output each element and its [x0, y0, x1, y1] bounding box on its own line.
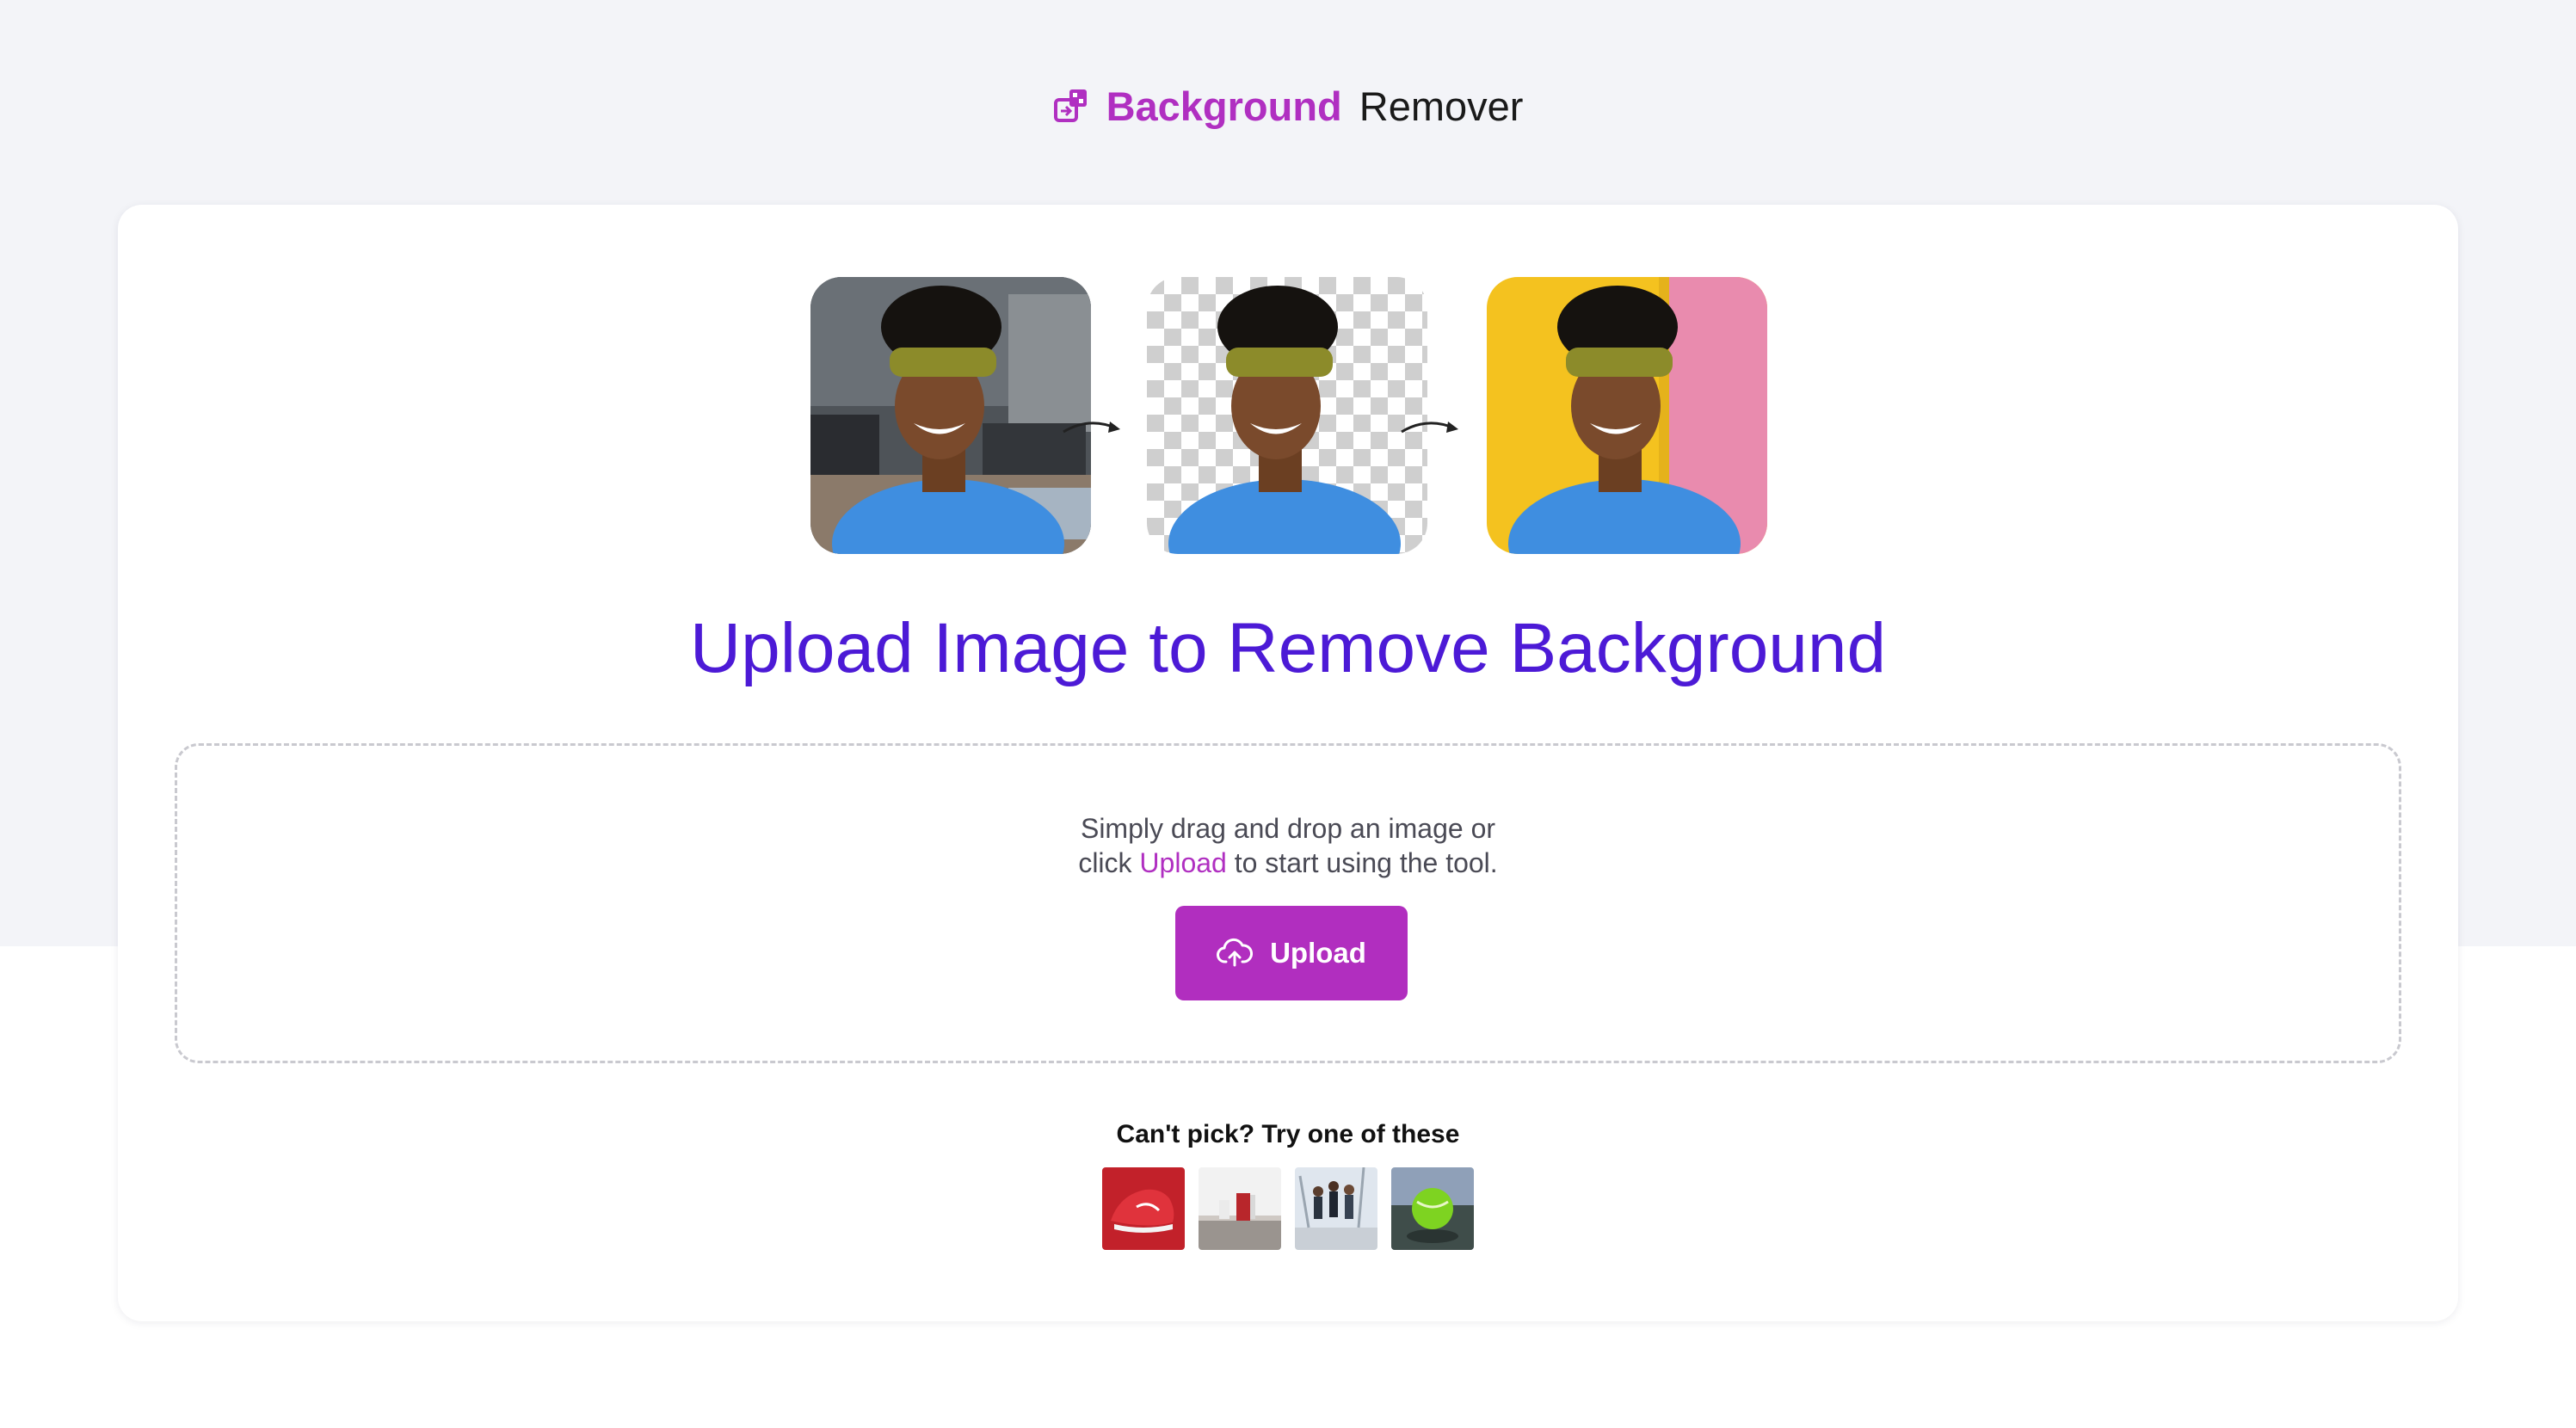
- curved-arrow-icon: [1401, 422, 1458, 434]
- drop-hint-line1: Simply drag and drop an image or: [1080, 813, 1496, 844]
- curved-arrow-icon: [1063, 422, 1120, 434]
- upload-button-label: Upload: [1270, 937, 1366, 969]
- upload-link[interactable]: Upload: [1139, 847, 1226, 878]
- sample-green-ball[interactable]: [1391, 1167, 1474, 1250]
- drop-hint: Simply drag and drop an image or click U…: [177, 811, 2399, 880]
- cutout-photo: [1147, 277, 1427, 554]
- drop-hint-suffix: to start using the tool.: [1226, 847, 1498, 878]
- cloud-upload-icon: [1217, 938, 1254, 967]
- page-title: Upload Image to Remove Background: [689, 609, 1887, 687]
- drop-hint-line2: click Upload to start using the tool.: [177, 846, 2399, 880]
- logo-cube-icon: [1053, 89, 1087, 122]
- sample-images: [1102, 1167, 1474, 1250]
- brand-name-light: Remover: [1359, 83, 1524, 129]
- brand-logo[interactable]: Background Remover: [0, 77, 2576, 134]
- sample-red-shoe[interactable]: [1102, 1167, 1185, 1250]
- sample-jumping-people[interactable]: [1295, 1167, 1377, 1250]
- original-photo: [810, 277, 1091, 554]
- new-background-photo: [1487, 277, 1767, 554]
- sample-red-bag[interactable]: [1199, 1167, 1281, 1250]
- samples-title: Can't pick? Try one of these: [1116, 1120, 1460, 1148]
- drop-hint-prefix: click: [1078, 847, 1140, 878]
- upload-dropzone[interactable]: Simply drag and drop an image or click U…: [175, 743, 2401, 1063]
- brand-name-bold: Background: [1106, 83, 1342, 129]
- upload-button[interactable]: Upload: [1175, 906, 1408, 1000]
